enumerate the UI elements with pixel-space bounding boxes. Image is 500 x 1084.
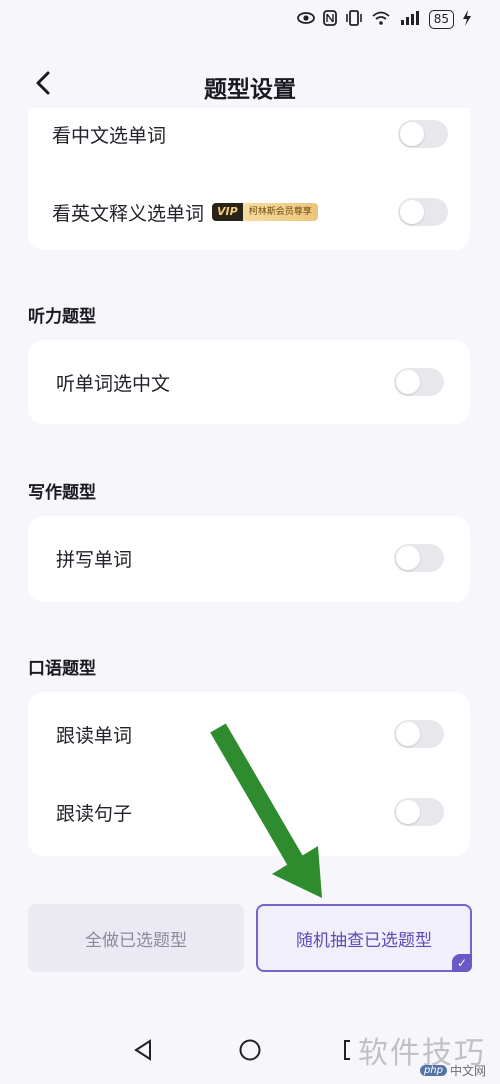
toggle-knob (396, 722, 420, 746)
vip-badge: VIP 柯林斯会员尊享 (212, 203, 318, 221)
question-type-label: 听单词选中文 (56, 372, 171, 395)
question-type-label: 跟读句子 (56, 802, 133, 825)
toggle-switch[interactable] (398, 198, 448, 226)
status-bar: 85 (296, 10, 472, 29)
question-type-label: 看英文释义选单词 (52, 202, 205, 225)
do-all-selected-button[interactable]: 全做已选题型 (28, 904, 244, 972)
site-watermark: php 中文网 (419, 1062, 486, 1079)
question-type-row: 听单词选中文 (28, 362, 470, 402)
toggle-knob (400, 122, 424, 146)
wifi-icon (371, 10, 391, 29)
toggle-knob (396, 370, 420, 394)
header: 题型设置 (0, 58, 500, 108)
question-type-label: 跟读单词 (56, 724, 133, 747)
reading-card: 看中文选单词 看英文释义选单词 VIP 柯林斯会员尊享 (28, 108, 470, 250)
vip-tag: VIP (212, 203, 243, 221)
battery-indicator: 85 (428, 10, 454, 29)
nfc-icon (322, 10, 337, 29)
triangle-back-icon[interactable] (132, 1038, 154, 1066)
section-title-speaking: 口语题型 (28, 659, 96, 679)
random-check-selected-button[interactable]: 随机抽查已选题型 ✓ (256, 904, 472, 972)
question-type-row: 拼写单词 (28, 538, 470, 578)
toggle-knob (396, 546, 420, 570)
vibrate-icon (345, 10, 363, 29)
section-title-writing: 写作题型 (28, 483, 96, 503)
listening-card: 听单词选中文 (28, 340, 470, 424)
site-tag: php (419, 1065, 447, 1076)
question-type-label: 看中文选单词 (52, 124, 167, 147)
eye-icon (296, 11, 315, 28)
site-name: 中文网 (449, 1064, 486, 1078)
circle-home-icon[interactable] (238, 1038, 262, 1066)
random-check-label: 随机抽查已选题型 (296, 930, 432, 951)
toggle-switch[interactable] (398, 120, 448, 148)
toggle-switch[interactable] (394, 368, 444, 396)
square-recent-icon[interactable] (342, 1038, 352, 1066)
page-title: 题型设置 (204, 77, 296, 103)
toggle-switch[interactable] (394, 720, 444, 748)
signal-icon (399, 10, 421, 29)
toggle-knob (400, 200, 424, 224)
toggle-knob (396, 800, 420, 824)
toggle-switch[interactable] (394, 544, 444, 572)
speaking-card: 跟读单词 跟读句子 (28, 692, 470, 856)
charging-icon (462, 10, 472, 29)
writing-card: 拼写单词 (28, 516, 470, 602)
question-type-row: 跟读单词 (28, 714, 470, 754)
toggle-switch[interactable] (394, 798, 444, 826)
vip-badge-text: 柯林斯会员尊享 (242, 203, 318, 221)
section-title-listening: 听力题型 (28, 307, 96, 327)
question-type-label: 拼写单词 (56, 548, 133, 571)
question-type-row: 看英文释义选单词 VIP 柯林斯会员尊享 (28, 192, 470, 232)
question-type-row: 看中文选单词 (28, 114, 470, 154)
question-type-row: 跟读句子 (28, 792, 470, 832)
check-icon: ✓ (452, 954, 472, 972)
